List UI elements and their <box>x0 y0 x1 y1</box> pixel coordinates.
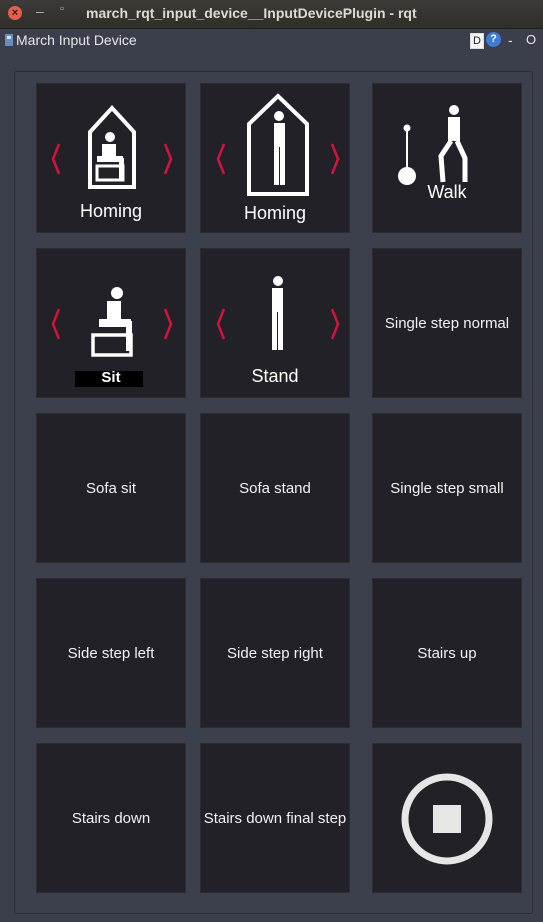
close-window-button[interactable]: × <box>8 6 22 20</box>
single-step-small-button[interactable]: Single step small <box>372 413 522 563</box>
side-step-left-button[interactable]: Side step left <box>36 578 186 728</box>
button-label: Stairs down <box>71 810 151 827</box>
dock-button[interactable]: D <box>470 33 484 49</box>
sit-button[interactable]: Sit <box>36 248 186 398</box>
button-label: Single step normal <box>384 315 510 332</box>
close-plugin-button[interactable]: O <box>526 32 536 47</box>
stand-button[interactable]: Stand <box>200 248 350 398</box>
homing-stand-button[interactable]: Homing <box>200 83 350 233</box>
sofa-stand-button[interactable]: Sofa stand <box>200 413 350 563</box>
window-title: march_rqt_input_device__InputDevicePlugi… <box>86 5 417 21</box>
sofa-sit-button[interactable]: Sofa sit <box>36 413 186 563</box>
button-label: Single step small <box>390 480 504 497</box>
button-label: Side step left <box>67 645 155 662</box>
button-label: Sofa stand <box>239 480 311 497</box>
homing-sit-button[interactable]: Homing <box>36 83 186 233</box>
stairs-down-button[interactable]: Stairs down <box>36 743 186 893</box>
minimize-plugin-button[interactable]: - <box>508 32 513 48</box>
stop-button[interactable] <box>372 743 522 893</box>
button-label: Walk <box>427 182 467 202</box>
single-step-normal-button[interactable]: Single step normal <box>372 248 522 398</box>
walk-button[interactable]: Walk <box>372 83 522 233</box>
side-step-right-button[interactable]: Side step right <box>200 578 350 728</box>
help-button[interactable]: ? <box>486 32 501 47</box>
button-label: Homing <box>243 203 307 223</box>
plugin-title: March Input Device <box>16 32 137 48</box>
button-label: Homing <box>79 201 143 221</box>
button-panel: Homing Homing Walk Sit Stand Single step… <box>14 71 533 914</box>
minimize-window-button[interactable]: – <box>36 3 44 19</box>
stop-icon <box>401 773 493 865</box>
window-titlebar: × – ▫ march_rqt_input_device__InputDevic… <box>0 0 543 29</box>
stairs-up-button[interactable]: Stairs up <box>372 578 522 728</box>
button-label: Stairs down final step <box>203 810 347 827</box>
button-label: Sofa sit <box>85 480 137 497</box>
stairs-down-final-step-button[interactable]: Stairs down final step <box>200 743 350 893</box>
button-label: Stand <box>251 366 299 386</box>
button-label: Sit <box>101 369 121 386</box>
restore-window-button[interactable]: ▫ <box>60 3 64 15</box>
button-label: Side step right <box>227 645 323 662</box>
walk-icon <box>398 105 468 185</box>
plugin-icon <box>5 34 13 46</box>
plugin-titlebar: March Input Device D ? - O <box>0 29 543 53</box>
button-label: Stairs up <box>417 645 477 662</box>
